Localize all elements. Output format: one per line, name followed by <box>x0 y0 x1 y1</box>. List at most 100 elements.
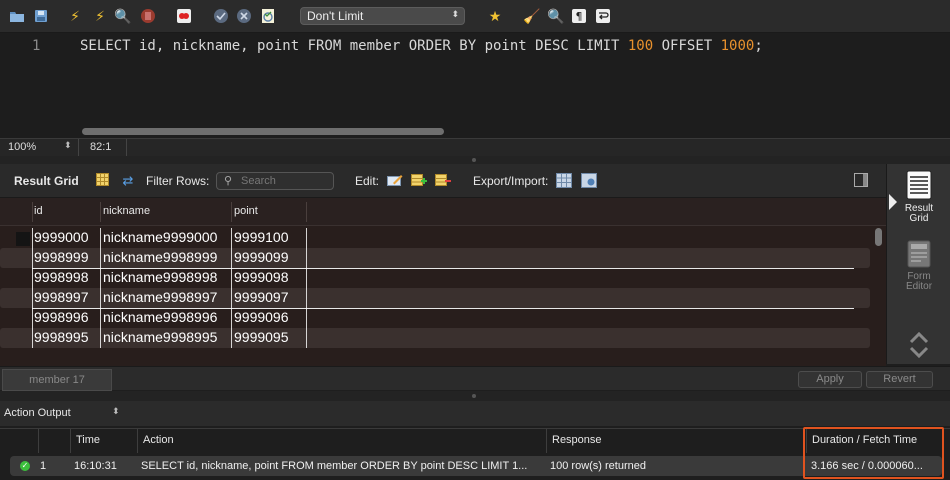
cursor-position: 82:1 <box>90 141 112 153</box>
table-row[interactable]: 9998996 nickname9998996 9999096 <box>0 308 870 329</box>
cell-id[interactable]: 9998998 <box>34 269 89 285</box>
row-selector[interactable] <box>16 232 30 246</box>
table-row[interactable]: 9998998 nickname9998998 9999098 <box>0 268 870 289</box>
splitter-handle[interactable] <box>472 394 476 398</box>
execute-icon[interactable]: ⚡ <box>67 8 83 24</box>
commit-icon[interactable] <box>213 8 229 24</box>
zoom-level[interactable]: 100% <box>8 141 36 153</box>
toggle-panel-icon[interactable] <box>853 173 869 189</box>
editor-horizontal-scrollbar[interactable] <box>80 126 950 138</box>
output-column-time[interactable]: Time <box>76 434 100 446</box>
cell-point[interactable]: 9999095 <box>234 329 289 345</box>
zoom-chevron-icon[interactable]: ⬍ <box>64 140 72 151</box>
cell-nickname[interactable]: nickname9998998 <box>103 269 217 285</box>
open-folder-icon[interactable] <box>9 8 25 24</box>
cell-border <box>306 248 307 268</box>
cell-id[interactable]: 9998995 <box>34 329 89 345</box>
duration-highlight-annotation <box>803 427 944 479</box>
output-row-action: SELECT id, nickname, point FROM member O… <box>141 460 528 472</box>
form-editor-view-button[interactable]: Form Editor <box>887 240 950 292</box>
toggle-error-stop-icon[interactable] <box>176 8 192 24</box>
results-output-splitter[interactable] <box>0 391 950 401</box>
cell-id[interactable]: 9999000 <box>34 229 89 245</box>
cell-id[interactable]: 9998996 <box>34 309 89 325</box>
export-icon[interactable] <box>556 173 572 189</box>
output-column-action[interactable]: Action <box>143 434 174 446</box>
column-separator[interactable] <box>38 429 39 453</box>
explain-icon[interactable]: 🔍 <box>114 8 131 24</box>
invisible-characters-icon[interactable]: ¶ <box>571 8 587 24</box>
cell-point[interactable]: 9999099 <box>234 249 289 265</box>
editor-results-splitter[interactable] <box>0 156 950 164</box>
grid-layout-icon[interactable] <box>94 173 110 189</box>
output-type-select[interactable]: Action Output <box>4 407 71 419</box>
form-editor-icon <box>907 240 931 268</box>
stop-icon[interactable] <box>140 8 156 24</box>
table-row[interactable]: 9998999 nickname9998999 9999099 <box>0 248 870 269</box>
table-row[interactable]: 9998995 nickname9998995 9999095 <box>0 328 870 348</box>
output-header: Action Output ⬍ <box>0 401 950 426</box>
cell-border <box>32 248 33 268</box>
column-separator[interactable] <box>70 429 71 453</box>
export-import-label: Export/Import: <box>473 174 549 188</box>
column-header-nickname[interactable]: nickname <box>103 205 150 217</box>
search-placeholder: Search <box>241 175 276 187</box>
cell-border <box>32 228 33 248</box>
result-grid[interactable]: id nickname point 9999000 nickname999900… <box>0 198 886 366</box>
column-separator[interactable] <box>546 429 547 453</box>
refresh-icon[interactable]: ⇄ <box>120 173 136 189</box>
revert-button[interactable]: Revert <box>866 371 933 388</box>
filter-search-input[interactable]: ⚲ Search <box>216 172 334 190</box>
cell-id[interactable]: 9998997 <box>34 289 89 305</box>
grid-header-row: id nickname point <box>0 198 886 226</box>
beautify-broom-icon[interactable]: 🧹 <box>523 8 540 24</box>
column-header-id[interactable]: id <box>34 205 43 217</box>
apply-button[interactable]: Apply <box>798 371 862 388</box>
output-column-response[interactable]: Response <box>552 434 602 446</box>
cell-point[interactable]: 9999100 <box>234 229 289 245</box>
column-separator[interactable] <box>32 202 33 222</box>
output-select-chevron-icon[interactable]: ⬍ <box>112 406 120 417</box>
edit-row-icon[interactable] <box>387 173 403 189</box>
more-views-button[interactable] <box>887 330 950 363</box>
table-row[interactable]: 9999000 nickname9999000 9999100 <box>0 228 870 249</box>
add-snippet-icon[interactable]: ★ <box>487 8 503 24</box>
search-icon: ⚲ <box>224 175 233 187</box>
editor-scroll-thumb[interactable] <box>82 128 444 135</box>
column-header-point[interactable]: point <box>234 205 258 217</box>
cell-nickname[interactable]: nickname9998996 <box>103 309 217 325</box>
find-icon[interactable]: 🔍 <box>547 8 564 24</box>
limit-rows-select[interactable]: Don't Limit ⬍ <box>300 7 465 25</box>
cell-point[interactable]: 9999097 <box>234 289 289 305</box>
result-tab[interactable]: member 17 <box>2 369 112 391</box>
delete-row-icon[interactable] <box>435 173 451 189</box>
cell-id[interactable]: 9998999 <box>34 249 89 265</box>
result-grid-view-button[interactable]: Result Grid <box>887 170 950 224</box>
cell-border <box>306 328 307 348</box>
import-icon[interactable] <box>581 173 597 189</box>
wrap-lines-icon[interactable] <box>595 8 611 24</box>
editor-status-bar: 100% ⬍ 82:1 <box>0 138 950 157</box>
rollback-icon[interactable] <box>236 8 252 24</box>
table-row[interactable]: 9998997 nickname9998997 9999097 <box>0 288 870 309</box>
result-toolbar: Result Grid ⇄ Filter Rows: ⚲ Search Edit… <box>0 164 886 198</box>
cell-border <box>100 288 101 308</box>
add-row-icon[interactable] <box>411 173 427 189</box>
sql-editor[interactable]: 1 SELECT id, nickname, point FROM member… <box>0 33 950 138</box>
cell-nickname[interactable]: nickname9998995 <box>103 329 217 345</box>
column-separator[interactable] <box>100 202 101 222</box>
save-icon[interactable] <box>33 8 49 24</box>
sql-code-line[interactable]: SELECT id, nickname, point FROM member O… <box>80 38 763 54</box>
cell-nickname[interactable]: nickname9999000 <box>103 229 217 245</box>
cell-point[interactable]: 9999098 <box>234 269 289 285</box>
column-separator[interactable] <box>137 429 138 453</box>
cell-nickname[interactable]: nickname9998997 <box>103 289 217 305</box>
column-separator[interactable] <box>231 202 232 222</box>
autocommit-icon[interactable] <box>260 8 276 24</box>
grid-vertical-scrollbar[interactable] <box>875 228 882 246</box>
cell-point[interactable]: 9999096 <box>234 309 289 325</box>
column-separator[interactable] <box>306 202 307 222</box>
cell-nickname[interactable]: nickname9998999 <box>103 249 217 265</box>
execute-current-statement-icon[interactable]: ⚡ <box>92 8 108 24</box>
splitter-handle[interactable] <box>472 158 476 162</box>
